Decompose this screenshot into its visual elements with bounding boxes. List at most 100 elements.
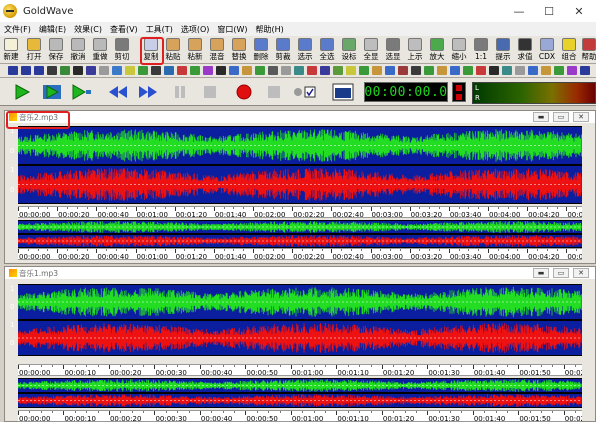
effect-button-icon[interactable] xyxy=(125,66,135,75)
toolbar-button-mix[interactable]: 混音 xyxy=(206,37,228,63)
track-title-bar[interactable]: 音乐1.mp3 ▬ ▭ ✕ xyxy=(5,267,595,279)
play-button[interactable] xyxy=(10,81,34,103)
effect-button-icon[interactable] xyxy=(450,66,460,75)
effect-button-icon[interactable] xyxy=(47,66,57,75)
menu-item[interactable]: 文件(F) xyxy=(0,24,35,35)
play-selection-button[interactable] xyxy=(40,81,64,103)
toolbar-button-show-all[interactable]: 全显 xyxy=(360,37,382,63)
effect-button-icon[interactable] xyxy=(346,66,356,75)
effect-button-icon[interactable] xyxy=(177,66,187,75)
effect-button-icon[interactable] xyxy=(229,66,239,75)
toolbar-button-paste-new[interactable]: 粘新 xyxy=(184,37,206,63)
track-close-button[interactable]: ✕ xyxy=(573,268,589,278)
overview-timeline[interactable]: 00:00:00 00:00:20 00:00:40 00:01:00 00:01:20… xyxy=(18,248,582,260)
effect-button-icon[interactable] xyxy=(489,66,499,75)
waveform-overview[interactable] xyxy=(18,378,582,408)
toolbar-button-paste[interactable]: 粘贴 xyxy=(162,37,184,63)
play-from-cursor-button[interactable] xyxy=(70,81,94,103)
pause-button[interactable] xyxy=(168,81,192,103)
effect-button-icon[interactable] xyxy=(242,66,252,75)
menu-item[interactable]: 查看(V) xyxy=(106,24,142,35)
track-restore-button[interactable]: ▭ xyxy=(553,268,569,278)
overview-timeline[interactable]: 00:00:00 00:00:10 00:00:20 00:00:30 00:00:40… xyxy=(18,410,582,422)
toolbar-button-replace[interactable]: 替换 xyxy=(228,37,250,63)
rewind-button[interactable] xyxy=(106,81,130,103)
effect-button-icon[interactable] xyxy=(515,66,525,75)
maximize-button[interactable]: ☐ xyxy=(534,0,564,22)
toolbar-button-previous-view[interactable]: 上示 xyxy=(404,37,426,63)
effect-button-icon[interactable] xyxy=(34,66,44,75)
record-options-button[interactable] xyxy=(292,81,316,103)
effect-button-icon[interactable] xyxy=(190,66,200,75)
menu-item[interactable]: 窗口(W) xyxy=(213,24,251,35)
toolbar-button-open-folder[interactable]: 打开 xyxy=(23,37,45,63)
toolbar-button-zoom-in[interactable]: 放大 xyxy=(426,37,448,63)
toolbar-button-set-marker[interactable]: 设标 xyxy=(338,37,360,63)
toolbar-button-zoom-selection[interactable]: 选显 xyxy=(382,37,404,63)
waveform-display[interactable] xyxy=(18,284,582,356)
timeline-ruler[interactable]: 00:00:00 00:00:20 00:00:40 00:01:00 00:01:20… xyxy=(18,206,582,218)
toolbar-button-delete[interactable]: 删除 xyxy=(250,37,272,63)
toolbar-button-undo[interactable]: 撤消 xyxy=(67,37,89,63)
effect-button-icon[interactable] xyxy=(554,66,564,75)
effect-button-icon[interactable] xyxy=(138,66,148,75)
effect-button-icon[interactable] xyxy=(398,66,408,75)
waveform-overview[interactable] xyxy=(18,220,582,248)
close-button[interactable]: ✕ xyxy=(564,0,594,22)
toolbar-button-scissors[interactable]: 剪切 xyxy=(111,37,133,63)
effect-button-icon[interactable] xyxy=(359,66,369,75)
track-minimize-button[interactable]: ▬ xyxy=(533,268,549,278)
effect-button-icon[interactable] xyxy=(112,66,122,75)
effect-button-icon[interactable] xyxy=(476,66,486,75)
effect-button-icon[interactable] xyxy=(281,66,291,75)
effect-button-icon[interactable] xyxy=(580,66,590,75)
effect-button-icon[interactable] xyxy=(21,66,31,75)
effect-button-icon[interactable] xyxy=(151,66,161,75)
menu-item[interactable]: 效果(C) xyxy=(70,24,106,35)
toolbar-button-select-view[interactable]: 选示 xyxy=(294,37,316,63)
control-window-button[interactable] xyxy=(330,81,356,103)
toolbar-button-zoom-out[interactable]: 缩小 xyxy=(448,37,470,63)
effect-button-icon[interactable] xyxy=(333,66,343,75)
effect-button-icon[interactable] xyxy=(164,66,174,75)
track-minimize-button[interactable]: ▬ xyxy=(533,112,549,122)
effect-button-icon[interactable] xyxy=(502,66,512,75)
effect-button-icon[interactable] xyxy=(541,66,551,75)
effect-button-icon[interactable] xyxy=(294,66,304,75)
effect-button-icon[interactable] xyxy=(216,66,226,75)
effect-button-icon[interactable] xyxy=(86,66,96,75)
effect-button-icon[interactable] xyxy=(320,66,330,75)
toolbar-button-zoom-1to1[interactable]: 1:1 xyxy=(470,37,492,63)
effect-button-icon[interactable] xyxy=(385,66,395,75)
effect-button-icon[interactable] xyxy=(463,66,473,75)
effect-button-icon[interactable] xyxy=(411,66,421,75)
effect-button-icon[interactable] xyxy=(372,66,382,75)
effect-button-icon[interactable] xyxy=(60,66,70,75)
stop-button[interactable] xyxy=(198,81,222,103)
timeline-ruler[interactable]: 00:00:00 00:00:10 00:00:20 00:00:30 00:00:40… xyxy=(18,364,582,376)
toolbar-button-help[interactable]: 组合 xyxy=(558,37,580,63)
minimize-button[interactable]: — xyxy=(504,0,534,22)
effect-button-icon[interactable] xyxy=(437,66,447,75)
effect-button-icon[interactable] xyxy=(528,66,538,75)
menu-item[interactable]: 工具(T) xyxy=(142,24,177,35)
toolbar-button-book[interactable]: 帮助 xyxy=(578,37,596,63)
toolbar-button-new-file[interactable]: 新建 xyxy=(0,37,22,63)
waveform-display[interactable] xyxy=(18,126,582,204)
toolbar-button-trim[interactable]: 剪裁 xyxy=(272,37,294,63)
effect-button-icon[interactable] xyxy=(73,66,83,75)
toolbar-button-cue[interactable]: 提示 xyxy=(492,37,514,63)
effect-button-icon[interactable] xyxy=(203,66,213,75)
effect-button-icon[interactable] xyxy=(8,66,18,75)
toolbar-button-cd[interactable]: CDX xyxy=(536,37,558,63)
toolbar-button-evaluate[interactable]: 求值 xyxy=(514,37,536,63)
effect-button-icon[interactable] xyxy=(424,66,434,75)
record-stop-button[interactable] xyxy=(262,81,286,103)
menu-item[interactable]: 编辑(E) xyxy=(35,24,70,35)
toolbar-button-select-all[interactable]: 全选 xyxy=(316,37,338,63)
track-title-bar[interactable]: 音乐2.mp3 ▬ ▭ ✕ xyxy=(5,111,595,123)
effect-button-icon[interactable] xyxy=(268,66,278,75)
fast-forward-button[interactable] xyxy=(136,81,160,103)
track-close-button[interactable]: ✕ xyxy=(573,112,589,122)
menu-item[interactable]: 帮助(H) xyxy=(252,24,288,35)
